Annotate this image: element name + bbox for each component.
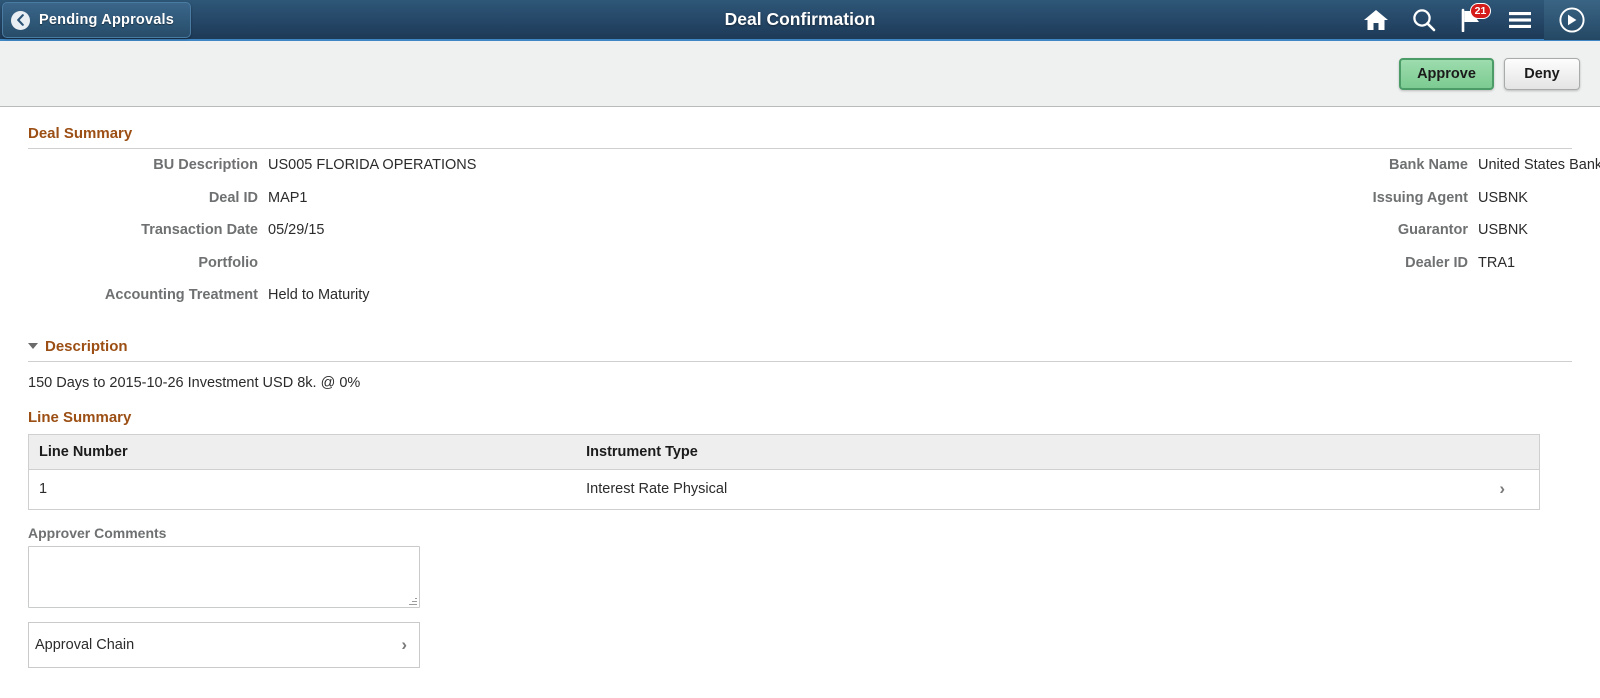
- back-to-pending-approvals-button[interactable]: Pending Approvals: [2, 2, 191, 38]
- approval-chain-label: Approval Chain: [35, 636, 135, 653]
- field-deal-id: Deal ID MAP1: [28, 190, 788, 223]
- field-value: United States Bank: [1478, 157, 1600, 173]
- deal-summary-heading: Deal Summary: [28, 107, 1572, 149]
- line-summary-table: Line Number Instrument Type 1 Interest R…: [28, 433, 1540, 510]
- field-label: Dealer ID: [1405, 254, 1468, 271]
- field-label: Bank Name: [1389, 157, 1468, 173]
- approve-button[interactable]: Approve: [1399, 57, 1494, 90]
- approver-comments-label: Approver Comments: [28, 524, 167, 541]
- deal-summary-fields: BU Description US005 FLORIDA OPERATIONS …: [28, 149, 1600, 320]
- field-portfolio: Portfolio: [28, 255, 788, 288]
- field-bu-description: BU Description US005 FLORIDA OPERATIONS: [28, 157, 788, 190]
- approver-comments-input[interactable]: [29, 546, 419, 607]
- approval-chain-row[interactable]: Approval Chain ›: [28, 621, 420, 668]
- field-dealer-id: Dealer ID TRA1: [788, 255, 1548, 288]
- field-value: MAP1: [268, 189, 308, 206]
- chevron-down-icon[interactable]: [28, 342, 38, 349]
- column-header-line-number[interactable]: Line Number: [28, 434, 577, 470]
- cell-line-number: 1: [39, 481, 48, 497]
- notifications-flag-icon[interactable]: 21: [1448, 0, 1496, 39]
- field-issuing-agent: Issuing Agent USBNK: [788, 190, 1548, 223]
- action-toolbar: Approve Deny: [0, 41, 1600, 107]
- field-transaction-date: Transaction Date 05/29/15: [28, 222, 788, 255]
- field-value: USBNK: [1478, 189, 1528, 206]
- header-icon-group: 21: [1352, 0, 1600, 40]
- field-label: Portfolio: [198, 254, 258, 271]
- deal-summary-left-column: BU Description US005 FLORIDA OPERATIONS …: [28, 157, 788, 320]
- column-header-actions: [1465, 434, 1540, 470]
- deal-summary-right-column: Bank Name United States Bank Issuing Age…: [788, 157, 1600, 320]
- chevron-right-icon[interactable]: ›: [1499, 479, 1505, 498]
- table-row[interactable]: 1 Interest Rate Physical ›: [29, 469, 1540, 509]
- chevron-right-icon[interactable]: ›: [401, 636, 407, 653]
- field-accounting-treatment: Accounting Treatment Held to Maturity: [28, 287, 788, 320]
- app-header: Pending Approvals Deal Confirmation 21: [0, 0, 1600, 41]
- field-bank-name: Bank Name United States Bank: [788, 157, 1600, 190]
- field-label: Issuing Agent: [1372, 189, 1468, 206]
- field-label: Deal ID: [208, 189, 258, 206]
- approver-comments-box: [28, 545, 420, 608]
- field-value: Held to Maturity: [268, 287, 370, 303]
- description-text: 150 Days to 2015-10-26 Investment USD 8k…: [28, 374, 361, 391]
- cell-instrument-type: Interest Rate Physical: [586, 481, 728, 497]
- field-label: Transaction Date: [141, 222, 258, 238]
- table-header-row: Line Number Instrument Type: [28, 434, 1540, 470]
- field-value: USBNK: [1478, 222, 1528, 238]
- field-label: BU Description: [153, 157, 258, 173]
- page-content: Deal Summary BU Description US005 FLORID…: [0, 107, 1600, 698]
- search-icon[interactable]: [1400, 0, 1448, 39]
- notification-badge: 21: [1470, 3, 1491, 19]
- line-summary-heading: Line Summary: [28, 408, 132, 426]
- navigator-icon[interactable]: [1544, 0, 1600, 40]
- column-header-instrument-type[interactable]: Instrument Type: [576, 434, 1466, 470]
- row-detail-cell: ›: [1466, 469, 1540, 509]
- back-button-label: Pending Approvals: [39, 12, 174, 28]
- actions-menu-icon[interactable]: [1496, 0, 1544, 39]
- field-value: 05/29/15: [268, 222, 325, 238]
- home-icon[interactable]: [1352, 0, 1400, 39]
- description-heading: Description: [28, 320, 1572, 362]
- field-label: Accounting Treatment: [104, 287, 258, 303]
- deny-button[interactable]: Deny: [1504, 57, 1580, 90]
- field-guarantor: Guarantor USBNK: [788, 222, 1548, 255]
- field-value: TRA1: [1478, 254, 1516, 271]
- toolbar-actions: Approve Deny: [1399, 57, 1580, 90]
- field-label: Guarantor: [1397, 222, 1468, 238]
- field-value: US005 FLORIDA OPERATIONS: [268, 157, 477, 173]
- description-heading-label: Description: [45, 337, 128, 355]
- chevron-left-icon: [11, 10, 30, 30]
